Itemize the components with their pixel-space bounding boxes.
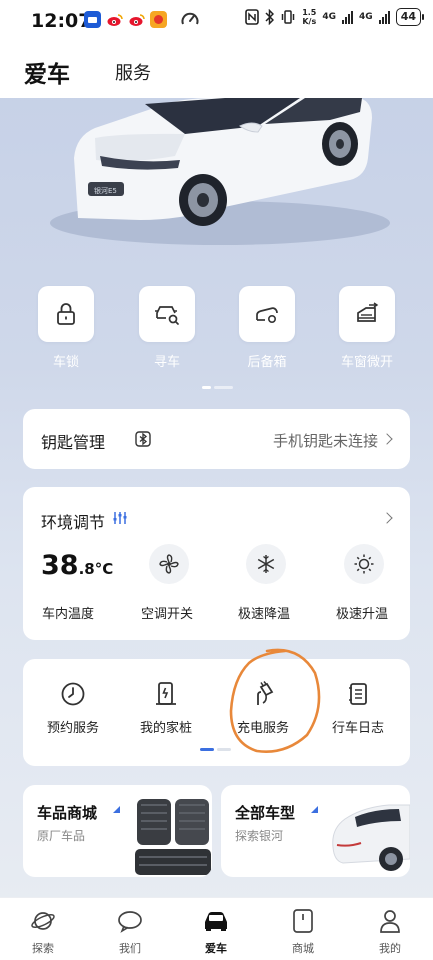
car-image: 银河E5 (50, 98, 390, 245)
all-models-subtitle: 探索银河 (235, 829, 284, 843)
find-car-button[interactable]: 寻车 (138, 286, 196, 370)
tab-service[interactable]: 服务 (115, 59, 151, 85)
driving-log-label: 行车日志 (331, 721, 384, 736)
home-charger-label: 我的家桩 (139, 721, 192, 736)
charger-pile-icon (156, 682, 176, 705)
network-type-1: 4G (322, 12, 337, 22)
nav-us-label: 我们 (119, 942, 141, 955)
status-time: 12:07 (31, 10, 92, 32)
log-icon (349, 683, 367, 705)
window-vent-button[interactable]: 车窗微开 (338, 286, 396, 370)
accessories-shop-card[interactable]: 车品商城 原厂车品 (23, 785, 212, 877)
adjust-icon (113, 512, 127, 524)
nav-my-car-label: 爱车 (205, 942, 227, 955)
floor-mat-image (135, 799, 211, 875)
bottom-nav: 探索 我们 爱车 商城 我的 (0, 897, 433, 960)
key-status-text: 手机钥匙未连接 (272, 432, 378, 450)
nav-explore-label: 探索 (32, 942, 54, 955)
shop-icon (293, 909, 313, 933)
find-car-icon (155, 306, 179, 325)
nav-shop-label: 商城 (292, 942, 314, 955)
nfc-icon (245, 9, 260, 25)
car-icon (205, 912, 227, 931)
status-right: 1.5 K/s 4G 4G 44 (245, 8, 425, 26)
vibrate-icon (281, 10, 295, 24)
environment-card: 环境调节 38.8°C 车内温度 空调开关 极速降温 极速升温 (23, 487, 410, 640)
planet-icon (31, 912, 55, 930)
chevron-right-icon (381, 433, 393, 445)
environment-chevron-icon[interactable] (381, 512, 393, 524)
corner-mark-icon (311, 806, 318, 813)
trunk-icon (256, 307, 278, 324)
top-tabs: 爱车 服务 (0, 42, 433, 98)
app-notification-icon (84, 11, 101, 28)
cabin-temp-label: 车内温度 (42, 607, 95, 622)
network-type-2: 4G (359, 12, 373, 22)
ac-toggle-button[interactable] (129, 544, 209, 584)
speedometer-icon (181, 12, 199, 25)
corner-mark-icon (113, 806, 120, 813)
battery-indicator: 44 (395, 8, 425, 26)
car-model-image (332, 804, 410, 871)
fan-icon (159, 554, 179, 574)
appointment-service-label: 预约服务 (46, 721, 99, 736)
status-bar: 12:07 1.5 K/s 4G 4G 44 (0, 0, 433, 42)
driving-log-button[interactable]: 行车日志 (318, 681, 398, 736)
all-models-title: 全部车型 (235, 804, 296, 822)
network-speed: 1.5 K/s (302, 8, 317, 26)
bluetooth-icon (265, 9, 275, 25)
clock-icon (61, 682, 85, 706)
rapid-cool-label: 极速降温 (238, 607, 291, 622)
tab-my-car[interactable]: 爱车 (24, 55, 70, 89)
cabin-temperature: 38.8°C (41, 550, 114, 581)
lock-button[interactable]: 车锁 (37, 286, 95, 370)
weibo-icon (128, 11, 145, 28)
accessories-shop-title: 车品商城 (37, 804, 98, 822)
svg-text:银河E5: 银河E5 (94, 186, 117, 195)
nav-shop[interactable]: 商城 (273, 908, 333, 956)
services-card: 预约服务 我的家桩 充电服务 行车日志 (23, 659, 410, 766)
chat-icon (118, 911, 142, 933)
signal-icon (342, 10, 354, 24)
rapid-cool-button[interactable] (226, 544, 306, 584)
sun-icon (354, 554, 374, 574)
quick-pager (202, 386, 233, 389)
key-management-card[interactable]: 钥匙管理 手机钥匙未连接 (23, 409, 410, 469)
nav-profile[interactable]: 我的 (360, 908, 420, 956)
key-management-title: 钥匙管理 (41, 433, 106, 452)
appointment-service-button[interactable]: 预约服务 (33, 681, 113, 736)
lock-label: 车锁 (52, 355, 79, 370)
nav-explore[interactable]: 探索 (13, 908, 73, 956)
ac-toggle-label: 空调开关 (141, 607, 194, 622)
find-car-label: 寻车 (153, 355, 180, 370)
snowflake-icon (257, 555, 275, 573)
trunk-label: 后备箱 (247, 355, 287, 370)
notification-icons (84, 11, 167, 28)
window-icon (357, 302, 379, 322)
home-charger-button[interactable]: 我的家桩 (126, 681, 206, 736)
rapid-heat-label: 极速升温 (336, 607, 389, 622)
trunk-button[interactable]: 后备箱 (238, 286, 296, 370)
nav-us[interactable]: 我们 (100, 908, 160, 956)
annotation-circle (229, 648, 321, 753)
profile-icon (380, 910, 400, 933)
accessories-shop-subtitle: 原厂车品 (37, 829, 86, 843)
nav-profile-label: 我的 (379, 942, 401, 955)
game-app-icon (150, 11, 167, 28)
nav-my-car[interactable]: 爱车 (186, 908, 246, 956)
signal-icon (378, 10, 390, 24)
weibo-icon (106, 11, 123, 28)
rapid-heat-button[interactable] (324, 544, 404, 584)
bluetooth-key-icon (135, 431, 151, 447)
window-vent-label: 车窗微开 (340, 355, 393, 370)
all-models-card[interactable]: 全部车型 探索银河 (221, 785, 410, 877)
lock-icon (57, 303, 75, 325)
environment-title: 环境调节 (41, 513, 106, 532)
